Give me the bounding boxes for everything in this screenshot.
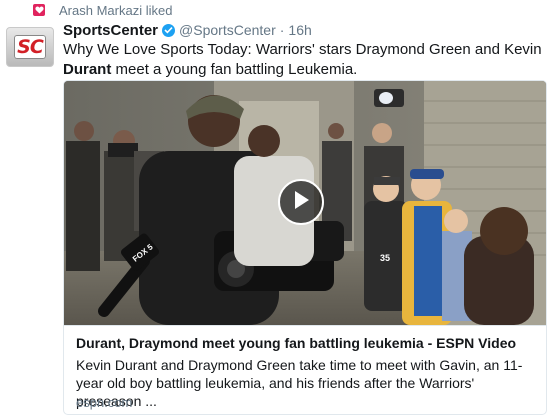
jersey-number: 35 bbox=[380, 253, 390, 263]
card-domain[interactable]: espn.com bbox=[76, 395, 132, 410]
avatar[interactable]: SC bbox=[6, 27, 54, 67]
link-card[interactable]: FOX 5 35 Durant, Draymond meet young fan… bbox=[63, 80, 547, 415]
video-thumbnail[interactable]: FOX 5 35 bbox=[64, 81, 546, 325]
tweet-text-end: meet a young fan battling Leukemia. bbox=[111, 61, 358, 78]
tweet-text-start: Why We Love Sports Today: Warriors' star… bbox=[63, 41, 542, 58]
sportscenter-logo: SC bbox=[14, 35, 46, 59]
tweet-header: SportsCenter @SportsCenter · 16h bbox=[63, 20, 312, 40]
heart-icon bbox=[33, 4, 45, 16]
separator-dot: · bbox=[279, 22, 285, 38]
social-context-label[interactable]: Arash Markazi liked bbox=[59, 3, 172, 18]
tweet-text-bold: Durant bbox=[63, 61, 112, 78]
tweet-text: Why We Love Sports Today: Warriors' star… bbox=[63, 40, 543, 80]
verified-badge-icon bbox=[162, 23, 176, 37]
user-handle[interactable]: @SportsCenter bbox=[179, 22, 276, 38]
social-context: Arash Markazi liked bbox=[33, 2, 172, 18]
play-button[interactable] bbox=[278, 179, 324, 225]
card-info[interactable]: Durant, Draymond meet young fan battling… bbox=[64, 325, 546, 414]
card-title[interactable]: Durant, Draymond meet young fan battling… bbox=[76, 335, 516, 351]
tweet-timestamp[interactable]: 16h bbox=[288, 22, 311, 38]
card-description: Kevin Durant and Draymond Green take tim… bbox=[76, 357, 523, 409]
display-name[interactable]: SportsCenter bbox=[63, 22, 158, 39]
play-icon bbox=[292, 190, 310, 215]
